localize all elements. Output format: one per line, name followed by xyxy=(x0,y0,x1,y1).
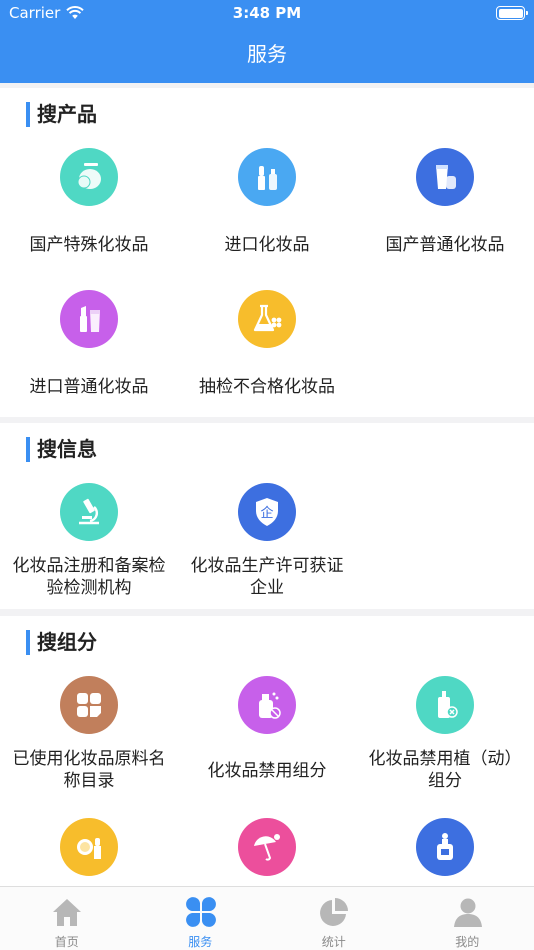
item-testing-institutions[interactable]: 化妆品注册和备案检验检测机构 xyxy=(0,483,178,603)
page-title: 服务 xyxy=(247,42,287,66)
flask-icon xyxy=(238,290,296,348)
nav-bar: 服务 xyxy=(0,28,534,83)
section-title: 搜组分 xyxy=(26,630,97,655)
status-time: 3:48 PM xyxy=(232,4,302,22)
section-ingredients: 搜组分 已使用化妆品原料名称目录 化妆品禁用组分 化妆品禁用植（动）组分 xyxy=(0,616,534,886)
item-label: 化妆品注册和备案检验检测机构 xyxy=(12,556,166,598)
lipstick-bottle-icon xyxy=(238,148,296,206)
item-raw-material-catalog[interactable]: 已使用化妆品原料名称目录 xyxy=(0,676,178,796)
item-label: 化妆品生产许可获证企业 xyxy=(190,556,344,598)
section-title: 搜信息 xyxy=(26,437,97,462)
services-content: 搜产品 国产特殊化妆品 进口化妆品 国产普通化妆品 进口普通化妆品 抽检不合格化… xyxy=(0,83,534,886)
tab-label: 我的 xyxy=(455,935,480,949)
umbrella-sun-icon xyxy=(238,818,296,876)
banned-bottle-icon xyxy=(416,676,474,734)
item-label: 化妆品禁用植（动）组分 xyxy=(368,749,522,791)
section-products: 搜产品 国产特殊化妆品 进口化妆品 国产普通化妆品 进口普通化妆品 抽检不合格化… xyxy=(0,88,534,417)
tab-label: 首页 xyxy=(54,935,79,949)
enterprise-shield-icon: 企 xyxy=(238,483,296,541)
svg-text:企: 企 xyxy=(260,505,273,521)
tab-mine[interactable]: 我的 xyxy=(401,887,534,950)
tab-home[interactable]: 首页 xyxy=(0,887,134,950)
item-label: 国产普通化妆品 xyxy=(385,235,505,255)
battery-icon xyxy=(496,6,528,20)
item-label: 进口化妆品 xyxy=(224,235,310,255)
tab-statistics[interactable]: 统计 xyxy=(267,887,401,950)
tab-label: 服务 xyxy=(188,935,213,949)
section-info: 搜信息 化妆品注册和备案检验检测机构 企 化妆品生产许可获证企业 xyxy=(0,423,534,609)
home-icon xyxy=(53,899,81,926)
item-label: 化妆品禁用组分 xyxy=(207,761,327,781)
status-bar: Carrier 3:48 PM xyxy=(0,0,534,28)
tab-label: 统计 xyxy=(321,935,346,949)
item-domestic-general[interactable]: 国产普通化妆品 xyxy=(356,148,534,258)
tab-bar: 首页 服务 统计 我的 xyxy=(0,886,534,950)
user-icon xyxy=(453,898,482,927)
item-failed-inspection[interactable]: 抽检不合格化妆品 xyxy=(178,290,356,400)
item-imported[interactable]: 进口化妆品 xyxy=(178,148,356,258)
item-perfume[interactable] xyxy=(356,818,534,886)
microscope-icon xyxy=(60,483,118,541)
pie-chart-icon xyxy=(320,898,348,926)
tab-services[interactable]: 服务 xyxy=(134,887,268,950)
item-banned-ingredients[interactable]: 化妆品禁用组分 xyxy=(178,676,356,796)
item-restricted-cosmetics[interactable] xyxy=(0,818,178,886)
compact-powder-icon xyxy=(60,148,118,206)
perfume-bottle-icon xyxy=(416,818,474,876)
banned-spray-icon xyxy=(238,676,296,734)
item-sunscreen[interactable] xyxy=(178,818,356,886)
section-title: 搜产品 xyxy=(26,102,97,127)
cream-tube-icon xyxy=(416,148,474,206)
lipstick-tube-icon xyxy=(60,290,118,348)
clover-icon xyxy=(185,897,216,927)
grid-catalog-icon xyxy=(60,676,118,734)
mirror-lipstick-icon xyxy=(60,818,118,876)
item-label: 国产特殊化妆品 xyxy=(29,235,149,255)
item-domestic-special[interactable]: 国产特殊化妆品 xyxy=(0,148,178,258)
item-licensed-enterprises[interactable]: 企 化妆品生产许可获证企业 xyxy=(178,483,356,603)
item-banned-plant-animal[interactable]: 化妆品禁用植（动）组分 xyxy=(356,676,534,796)
item-label: 进口普通化妆品 xyxy=(29,377,149,397)
item-label: 抽检不合格化妆品 xyxy=(199,377,335,397)
item-label: 已使用化妆品原料名称目录 xyxy=(12,749,166,791)
item-imported-general[interactable]: 进口普通化妆品 xyxy=(0,290,178,400)
